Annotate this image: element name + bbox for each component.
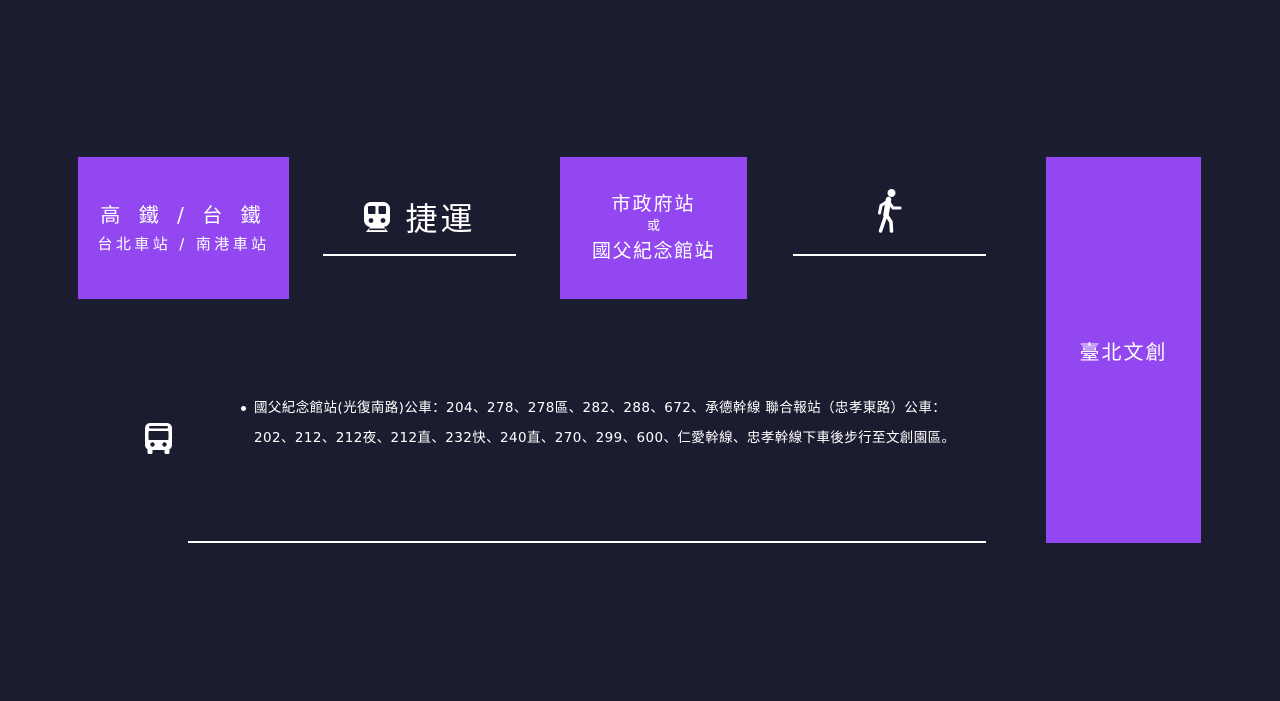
destination-box: 臺北文創 xyxy=(1046,157,1201,543)
mrt-connector: 捷運 xyxy=(323,196,516,242)
station-name-secondary: 國父紀念館站 xyxy=(591,240,715,262)
origin-transport-types: 高 鐵 / 台 鐵 xyxy=(100,202,267,227)
transfer-station-box: 市政府站 或 國父紀念館站 xyxy=(560,157,747,299)
origin-station-box: 高 鐵 / 台 鐵 台北車站 / 南港車站 xyxy=(78,157,289,299)
subway-icon xyxy=(363,201,391,237)
mrt-divider xyxy=(323,254,516,256)
station-name-primary: 市政府站 xyxy=(611,193,696,215)
walk-connector xyxy=(793,188,986,238)
bus-route-item: 國父紀念館站(光復南路)公車：204、278、278區、282、288、672、… xyxy=(241,393,984,453)
destination-label: 臺北文創 xyxy=(1079,339,1168,364)
origin-station-names: 台北車站 / 南港車站 xyxy=(97,234,270,253)
mrt-label: 捷運 xyxy=(405,200,476,238)
bus-divider xyxy=(188,541,986,543)
bus-icon xyxy=(144,422,173,459)
bus-route-list: 國父紀念館站(光復南路)公車：204、278、278區、282、288、672、… xyxy=(241,393,984,453)
walking-icon xyxy=(876,188,904,238)
station-or-label: 或 xyxy=(646,219,660,234)
walk-divider xyxy=(793,254,986,256)
